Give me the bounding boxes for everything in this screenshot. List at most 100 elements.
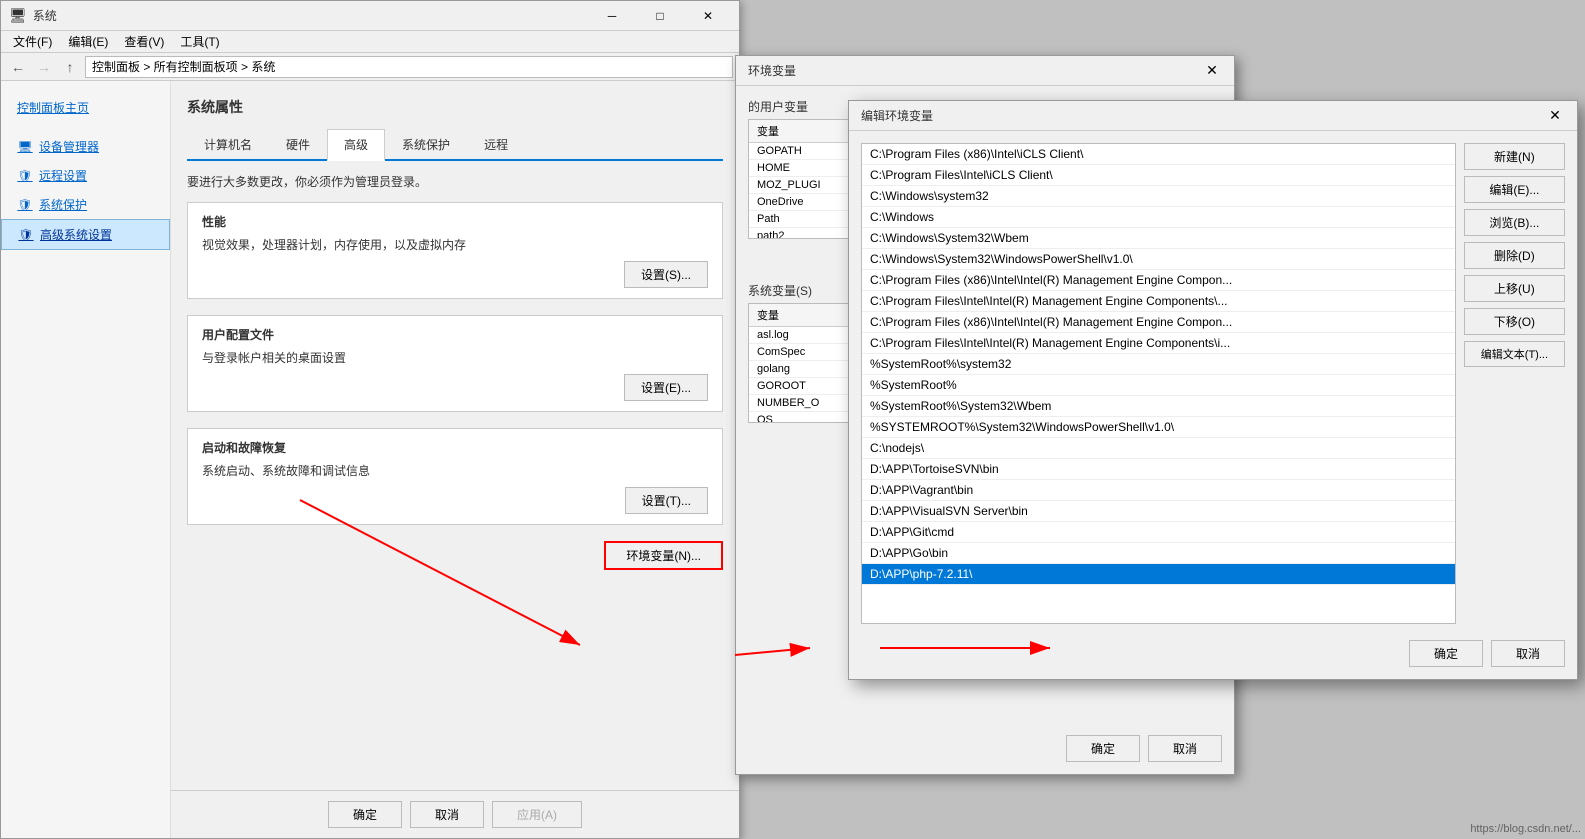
performance-section: 性能 视觉效果，处理器计划，内存使用，以及虚拟内存 设置(S)... <box>187 202 723 299</box>
up-button[interactable]: ↑ <box>59 56 81 78</box>
path-list-item[interactable]: D:\APP\TortoiseSVN\bin <box>862 459 1455 480</box>
warning-text: 要进行大多数更改，你必须作为管理员登录。 <box>187 173 723 190</box>
path-up-button[interactable]: 上移(U) <box>1464 275 1565 302</box>
menu-edit[interactable]: 编辑(E) <box>60 31 116 52</box>
main-window: 🖥 系统 ─ □ ✕ 文件(F) 编辑(E) 查看(V) 工具(T) ← → ↑… <box>0 0 740 839</box>
tab-computer-name[interactable]: 计算机名 <box>187 129 269 159</box>
path-edit-text-button[interactable]: 编辑文本(T)... <box>1464 341 1565 367</box>
ok-button[interactable]: 确定 <box>328 801 402 828</box>
path-browse-button[interactable]: 浏览(B)... <box>1464 209 1565 236</box>
user-profiles-desc: 与登录帐户相关的桌面设置 <box>202 349 708 366</box>
edit-bottom-buttons: 确定 取消 <box>861 640 1565 667</box>
apply-button[interactable]: 应用(A) <box>492 801 582 828</box>
startup-title: 启动和故障恢复 <box>202 439 708 456</box>
path-new-button[interactable]: 新建(N) <box>1464 143 1565 170</box>
tab-remote[interactable]: 远程 <box>467 129 525 159</box>
user-profiles-settings-button[interactable]: 设置(E)... <box>624 374 708 401</box>
bottom-buttons: 确定 取消 应用(A) <box>171 790 739 838</box>
tab-hardware[interactable]: 硬件 <box>269 129 327 159</box>
sidebar-item-label-device: 设备管理器 <box>39 138 99 155</box>
tab-advanced[interactable]: 高级 <box>327 129 385 161</box>
path-list-item[interactable]: C:\Windows <box>862 207 1455 228</box>
path-list[interactable]: C:\Program Files (x86)\Intel\iCLS Client… <box>861 143 1456 624</box>
env-cancel-button[interactable]: 取消 <box>1148 735 1222 762</box>
edit-env-window: 编辑环境变量 ✕ C:\Program Files (x86)\Intel\iC… <box>848 100 1578 680</box>
back-button[interactable]: ← <box>7 56 29 78</box>
minimize-button[interactable]: ─ <box>589 1 635 31</box>
watermark: https://blog.csdn.net/... <box>1470 823 1581 835</box>
performance-settings-button[interactable]: 设置(S)... <box>624 261 708 288</box>
address-bar: ← → ↑ 控制面板 > 所有控制面板项 > 系统 <box>1 53 739 81</box>
path-list-item[interactable]: D:\APP\VisualSVN Server\bin <box>862 501 1455 522</box>
address-path: 控制面板 > 所有控制面板项 > 系统 <box>85 56 733 78</box>
tab-bar: 计算机名 硬件 高级 系统保护 远程 <box>187 129 723 161</box>
env-dialog-close[interactable]: ✕ <box>1202 61 1222 81</box>
maximize-button[interactable]: □ <box>637 1 683 31</box>
sidebar-item-device-manager[interactable]: 🖥 设备管理器 <box>1 132 170 161</box>
advanced-icon: 🛡 <box>18 227 34 243</box>
env-dialog-title-bar: 环境变量 ✕ <box>736 56 1234 86</box>
performance-desc: 视觉效果，处理器计划，内存使用，以及虚拟内存 <box>202 236 708 253</box>
path-list-item[interactable]: C:\Program Files (x86)\Intel\iCLS Client… <box>862 144 1455 165</box>
startup-desc: 系统启动、系统故障和调试信息 <box>202 462 708 479</box>
user-profiles-section: 用户配置文件 与登录帐户相关的桌面设置 设置(E)... <box>187 315 723 412</box>
env-variables-button[interactable]: 环境变量(N)... <box>604 541 723 570</box>
path-list-item[interactable]: C:\Program Files\Intel\Intel(R) Manageme… <box>862 291 1455 312</box>
path-list-item[interactable]: D:\APP\php-7.2.11\ <box>862 564 1455 585</box>
sidebar-item-label-protect: 系统保护 <box>39 196 87 213</box>
sidebar-item-advanced[interactable]: 🛡 高级系统设置 <box>1 219 170 250</box>
user-profiles-title: 用户配置文件 <box>202 326 708 343</box>
sidebar-item-remote[interactable]: 🛡 远程设置 <box>1 161 170 190</box>
tab-system-protect[interactable]: 系统保护 <box>385 129 467 159</box>
edit-dialog-title-bar: 编辑环境变量 ✕ <box>849 101 1577 131</box>
edit-dialog-close[interactable]: ✕ <box>1545 106 1565 126</box>
edit-content: C:\Program Files (x86)\Intel\iCLS Client… <box>849 131 1577 679</box>
startup-settings-button[interactable]: 设置(T)... <box>625 487 708 514</box>
sidebar-item-label-advanced: 高级系统设置 <box>40 226 112 243</box>
path-delete-button[interactable]: 删除(D) <box>1464 242 1565 269</box>
env-bottom-buttons: 确定 取消 <box>748 735 1222 762</box>
sidebar: 控制面板主页 🖥 设备管理器 🛡 远程设置 🛡 系统保护 🛡 高级系统设置 <box>1 81 171 838</box>
path-list-item[interactable]: C:\Program Files (x86)\Intel\Intel(R) Ma… <box>862 270 1455 291</box>
path-list-item[interactable]: D:\APP\Git\cmd <box>862 522 1455 543</box>
path-list-item[interactable]: C:\nodejs\ <box>862 438 1455 459</box>
path-list-item[interactable]: D:\APP\Go\bin <box>862 543 1455 564</box>
forward-button[interactable]: → <box>33 56 55 78</box>
path-edit-button[interactable]: 编辑(E)... <box>1464 176 1565 203</box>
sidebar-item-system-protect[interactable]: 🛡 系统保护 <box>1 190 170 219</box>
system-protect-icon: 🛡 <box>17 197 33 213</box>
path-list-item[interactable]: C:\Program Files\Intel\iCLS Client\ <box>862 165 1455 186</box>
path-list-item[interactable]: %SYSTEMROOT%\System32\WindowsPowerShell\… <box>862 417 1455 438</box>
startup-section: 启动和故障恢复 系统启动、系统故障和调试信息 设置(T)... <box>187 428 723 525</box>
window-icon: 🖥 <box>9 7 27 24</box>
edit-dialog-title: 编辑环境变量 <box>861 107 933 124</box>
menu-file[interactable]: 文件(F) <box>5 31 60 52</box>
edit-ok-button[interactable]: 确定 <box>1409 640 1483 667</box>
path-list-item[interactable]: C:\Program Files\Intel\Intel(R) Manageme… <box>862 333 1455 354</box>
cancel-button[interactable]: 取消 <box>410 801 484 828</box>
path-list-item[interactable]: %SystemRoot% <box>862 375 1455 396</box>
path-down-button[interactable]: 下移(O) <box>1464 308 1565 335</box>
edit-cancel-button[interactable]: 取消 <box>1491 640 1565 667</box>
sidebar-item-label-remote: 远程设置 <box>39 167 87 184</box>
performance-title: 性能 <box>202 213 708 230</box>
path-list-item[interactable]: C:\Windows\System32\Wbem <box>862 228 1455 249</box>
path-list-item[interactable]: C:\Program Files (x86)\Intel\Intel(R) Ma… <box>862 312 1455 333</box>
path-list-item[interactable]: C:\Windows\System32\WindowsPowerShell\v1… <box>862 249 1455 270</box>
device-manager-icon: 🖥 <box>17 139 33 155</box>
path-list-item[interactable]: D:\APP\Vagrant\bin <box>862 480 1455 501</box>
edit-right-buttons: 新建(N) 编辑(E)... 浏览(B)... 删除(D) 上移(U) 下移(O… <box>1464 143 1565 632</box>
path-list-item[interactable]: %SystemRoot%\System32\Wbem <box>862 396 1455 417</box>
main-title-bar: 🖥 系统 ─ □ ✕ <box>1 1 739 31</box>
menu-tools[interactable]: 工具(T) <box>172 31 227 52</box>
edit-main: C:\Program Files (x86)\Intel\iCLS Client… <box>861 143 1565 632</box>
env-ok-button[interactable]: 确定 <box>1066 735 1140 762</box>
breadcrumb: 控制面板 > 所有控制面板项 > 系统 <box>92 58 275 75</box>
sidebar-home[interactable]: 控制面板主页 <box>1 91 170 124</box>
path-list-item[interactable]: %SystemRoot%\system32 <box>862 354 1455 375</box>
main-content-area: 控制面板主页 🖥 设备管理器 🛡 远程设置 🛡 系统保护 🛡 高级系统设置 <box>1 81 739 838</box>
path-list-item[interactable]: C:\Windows\system32 <box>862 186 1455 207</box>
close-button[interactable]: ✕ <box>685 1 731 31</box>
menu-view[interactable]: 查看(V) <box>116 31 172 52</box>
env-dialog-title: 环境变量 <box>748 62 796 79</box>
